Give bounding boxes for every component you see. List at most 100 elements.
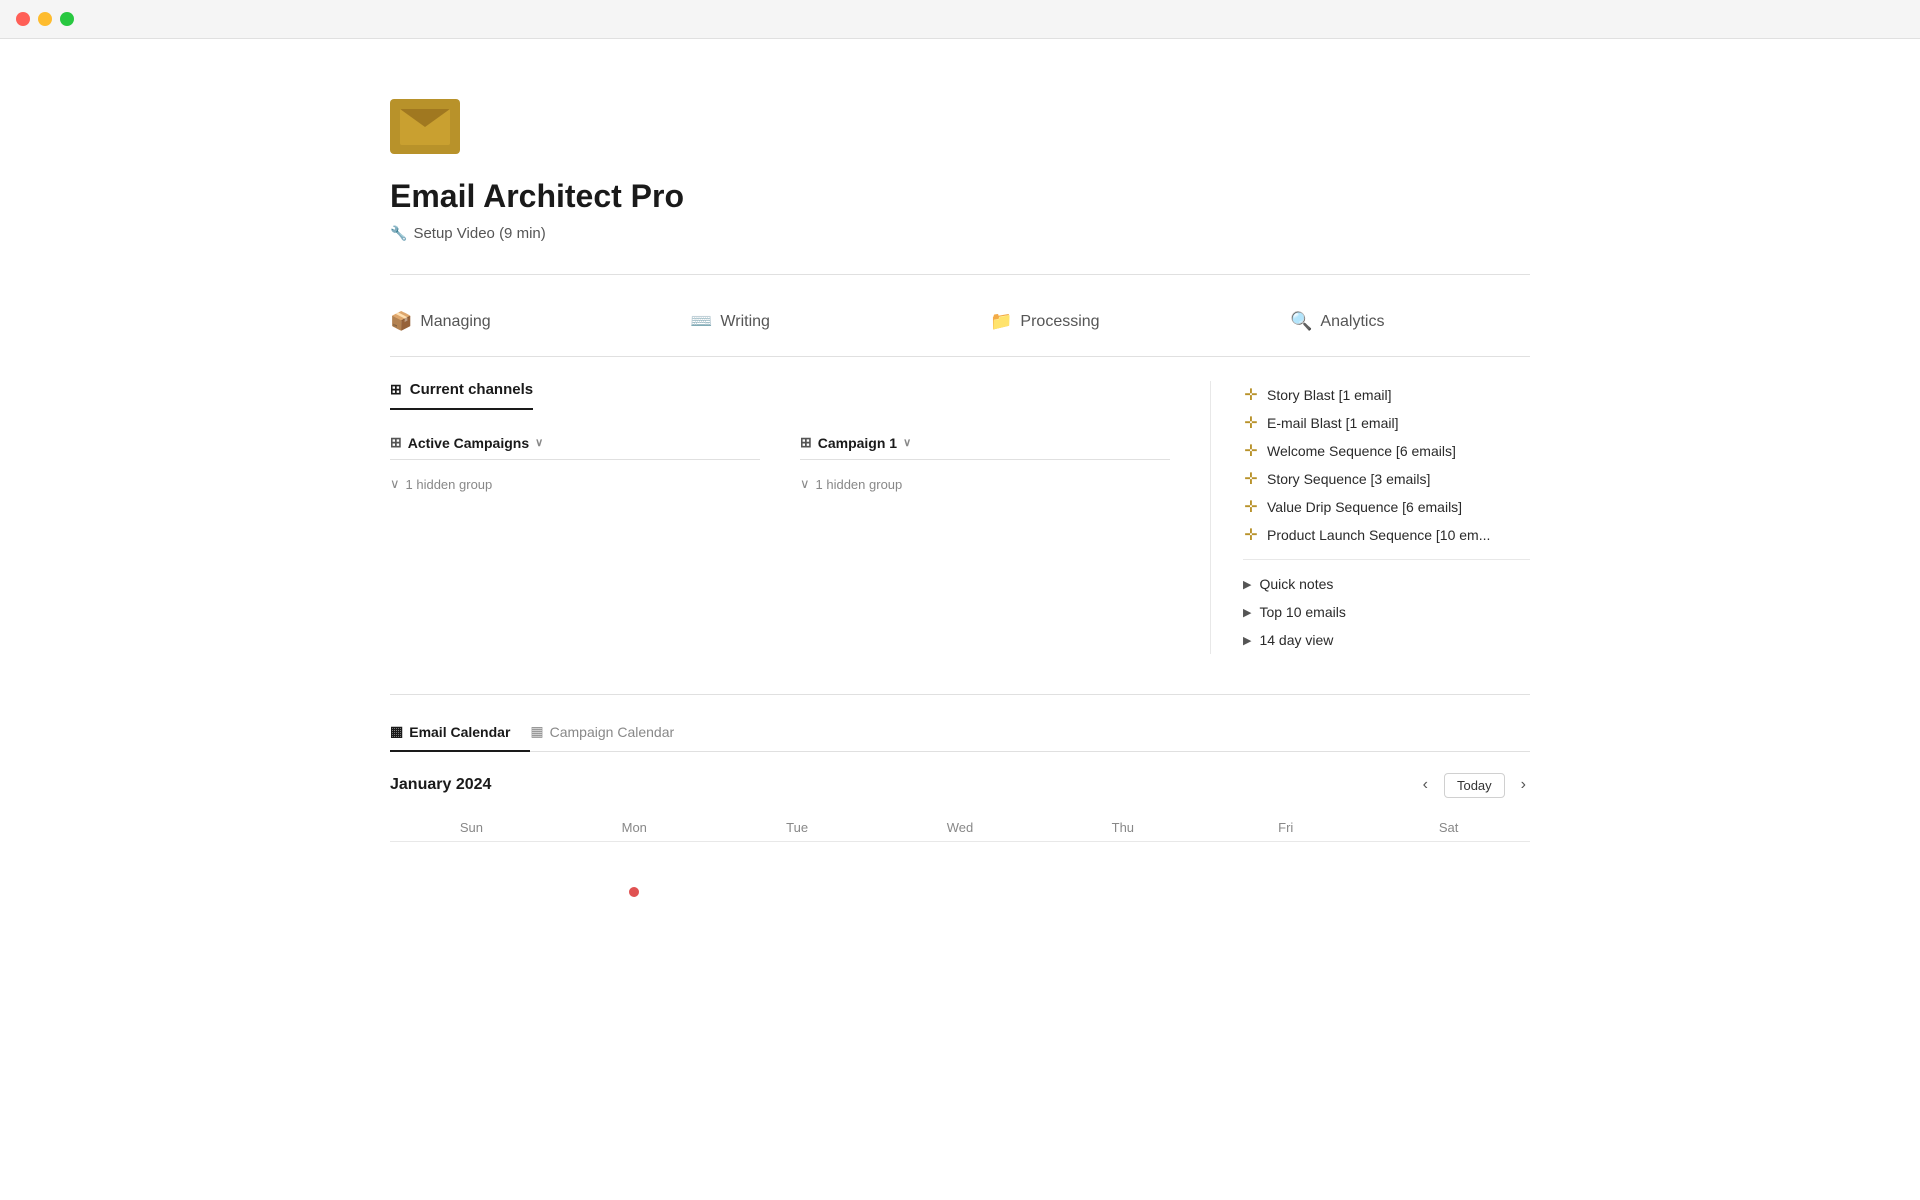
hidden-group-chevron-1: ∨ [800, 476, 810, 492]
sidebar-item-email-blast[interactable]: ✛ E-mail Blast [1 email] [1243, 409, 1530, 437]
cal-day-header-fri: Fri [1204, 814, 1367, 841]
boards-area: ⊞ Active Campaigns ∨ ∨ 1 hidden group ⊞ … [390, 434, 1170, 492]
campaign1-grid-icon: ⊞ [800, 434, 812, 451]
top-divider [390, 274, 1530, 275]
welcome-sequence-label: Welcome Sequence [6 emails] [1267, 443, 1456, 459]
nav-row: 📦 Managing ⌨️ Writing 📁 Processing 🔍 Ana… [390, 299, 1530, 344]
sidebar-item-story-blast[interactable]: ✛ Story Blast [1 email] [1243, 381, 1530, 409]
top-10-arrow: ▶ [1243, 606, 1251, 619]
email-blast-label: E-mail Blast [1 email] [1267, 415, 1398, 431]
setup-video-link[interactable]: 🔧 Setup Video (9 min) [390, 225, 1530, 242]
grid-icon: ⊞ [390, 381, 402, 398]
writing-icon: ⌨️ [690, 311, 712, 332]
sidebar-item-story-sequence[interactable]: ✛ Story Sequence [3 emails] [1243, 465, 1530, 493]
envelope-icon [400, 109, 450, 145]
campaign-1-hidden-group[interactable]: ∨ 1 hidden group [800, 476, 1170, 492]
current-channels-label: Current channels [410, 381, 533, 398]
calendar-nav: ‹ Today › [1419, 772, 1530, 798]
tab-email-calendar[interactable]: ▦ Email Calendar [390, 715, 530, 752]
campaign-calendar-label: Campaign Calendar [550, 724, 675, 740]
hidden-group-label-0: 1 hidden group [406, 477, 493, 492]
sidebar-toggle-quick-notes[interactable]: ▶ Quick notes [1243, 570, 1530, 598]
calendar-section: ▦ Email Calendar ▦ Campaign Calendar Jan… [390, 694, 1530, 901]
two-col-layout: ⊞ Current channels ⊞ Active Campaigns ∨ … [390, 381, 1530, 654]
nav-item-writing[interactable]: ⌨️ Writing [690, 299, 990, 344]
nav-item-processing[interactable]: 📁 Processing [990, 299, 1290, 344]
close-button[interactable] [16, 12, 30, 26]
cal-cell-2[interactable] [553, 841, 716, 901]
sidebar-toggle-top-10-emails[interactable]: ▶ Top 10 emails [1243, 598, 1530, 626]
cal-cell-4[interactable] [879, 841, 1042, 901]
cal-day-header-sat: Sat [1367, 814, 1530, 841]
campaign-1-chevron: ∨ [903, 436, 911, 449]
section-divider [390, 356, 1530, 357]
sidebar-item-value-drip[interactable]: ✛ Value Drip Sequence [6 emails] [1243, 493, 1530, 521]
campaign-1-board: ⊞ Campaign 1 ∨ ∨ 1 hidden group [800, 434, 1170, 492]
wrench-icon: 🔧 [390, 225, 407, 242]
active-campaigns-title: Active Campaigns [408, 435, 529, 451]
tab-campaign-calendar[interactable]: ▦ Campaign Calendar [530, 715, 694, 752]
welcome-sequence-icon: ✛ [1243, 443, 1259, 459]
analytics-icon: 🔍 [1290, 311, 1312, 332]
value-drip-icon: ✛ [1243, 499, 1259, 515]
event-dot [629, 887, 639, 897]
sidebar-item-product-launch[interactable]: ✛ Product Launch Sequence [10 em... [1243, 521, 1530, 549]
board-grid-icon: ⊞ [390, 434, 402, 451]
processing-icon: 📁 [990, 311, 1012, 332]
calendar-today-button[interactable]: Today [1444, 773, 1505, 798]
product-launch-icon: ✛ [1243, 527, 1259, 543]
app-title: Email Architect Pro [390, 178, 1530, 215]
cal-cell-3[interactable] [716, 841, 879, 901]
cal-day-header-sun: Sun [390, 814, 553, 841]
sidebar-col: ✛ Story Blast [1 email] ✛ E-mail Blast [… [1210, 381, 1530, 654]
managing-icon: 📦 [390, 311, 412, 332]
active-campaigns-chevron: ∨ [535, 436, 543, 449]
sidebar-item-welcome-sequence[interactable]: ✛ Welcome Sequence [6 emails] [1243, 437, 1530, 465]
calendar-month: January 2024 [390, 776, 491, 794]
calendar-prev-button[interactable]: ‹ [1419, 772, 1432, 798]
main-content: Email Architect Pro 🔧 Setup Video (9 min… [310, 39, 1610, 941]
active-campaigns-header[interactable]: ⊞ Active Campaigns ∨ [390, 434, 760, 460]
cal-day-header-thu: Thu [1041, 814, 1204, 841]
story-sequence-icon: ✛ [1243, 471, 1259, 487]
nav-item-managing[interactable]: 📦 Managing [390, 299, 690, 344]
active-campaigns-hidden-group[interactable]: ∨ 1 hidden group [390, 476, 760, 492]
maximize-button[interactable] [60, 12, 74, 26]
campaign-calendar-icon: ▦ [530, 723, 543, 740]
calendar-next-button[interactable]: › [1517, 772, 1530, 798]
cal-day-header-tue: Tue [716, 814, 879, 841]
main-col: ⊞ Current channels ⊞ Active Campaigns ∨ … [390, 381, 1210, 654]
nav-label-analytics: Analytics [1320, 313, 1384, 331]
calendar-tabs: ▦ Email Calendar ▦ Campaign Calendar [390, 715, 1530, 752]
cal-cell-5[interactable] [1041, 841, 1204, 901]
14-day-arrow: ▶ [1243, 634, 1251, 647]
active-campaigns-board: ⊞ Active Campaigns ∨ ∨ 1 hidden group [390, 434, 760, 492]
nav-label-writing: Writing [720, 313, 770, 331]
titlebar [0, 0, 1920, 39]
cal-cell-7[interactable] [1367, 841, 1530, 901]
calendar-grid: Sun Mon Tue Wed Thu Fri Sat [390, 814, 1530, 901]
cal-cell-6[interactable] [1204, 841, 1367, 901]
top-10-emails-label: Top 10 emails [1259, 604, 1345, 620]
quick-notes-label: Quick notes [1259, 576, 1333, 592]
nav-item-analytics[interactable]: 🔍 Analytics [1290, 299, 1590, 344]
email-calendar-label: Email Calendar [409, 724, 510, 740]
campaign-1-title: Campaign 1 [818, 435, 897, 451]
nav-label-processing: Processing [1020, 313, 1099, 331]
setup-link-text: Setup Video (9 min) [413, 225, 545, 242]
quick-notes-arrow: ▶ [1243, 578, 1251, 591]
story-blast-icon: ✛ [1243, 387, 1259, 403]
sidebar-toggle-14-day-view[interactable]: ▶ 14 day view [1243, 626, 1530, 654]
product-launch-label: Product Launch Sequence [10 em... [1267, 527, 1490, 543]
hidden-group-chevron-0: ∨ [390, 476, 400, 492]
cal-cell-1[interactable] [390, 841, 553, 901]
value-drip-label: Value Drip Sequence [6 emails] [1267, 499, 1462, 515]
minimize-button[interactable] [38, 12, 52, 26]
hidden-group-label-1: 1 hidden group [816, 477, 903, 492]
email-blast-icon: ✛ [1243, 415, 1259, 431]
cal-day-header-wed: Wed [879, 814, 1042, 841]
campaign-1-header[interactable]: ⊞ Campaign 1 ∨ [800, 434, 1170, 460]
email-calendar-icon: ▦ [390, 723, 403, 740]
14-day-view-label: 14 day view [1259, 632, 1333, 648]
current-channels-header: ⊞ Current channels [390, 381, 533, 410]
